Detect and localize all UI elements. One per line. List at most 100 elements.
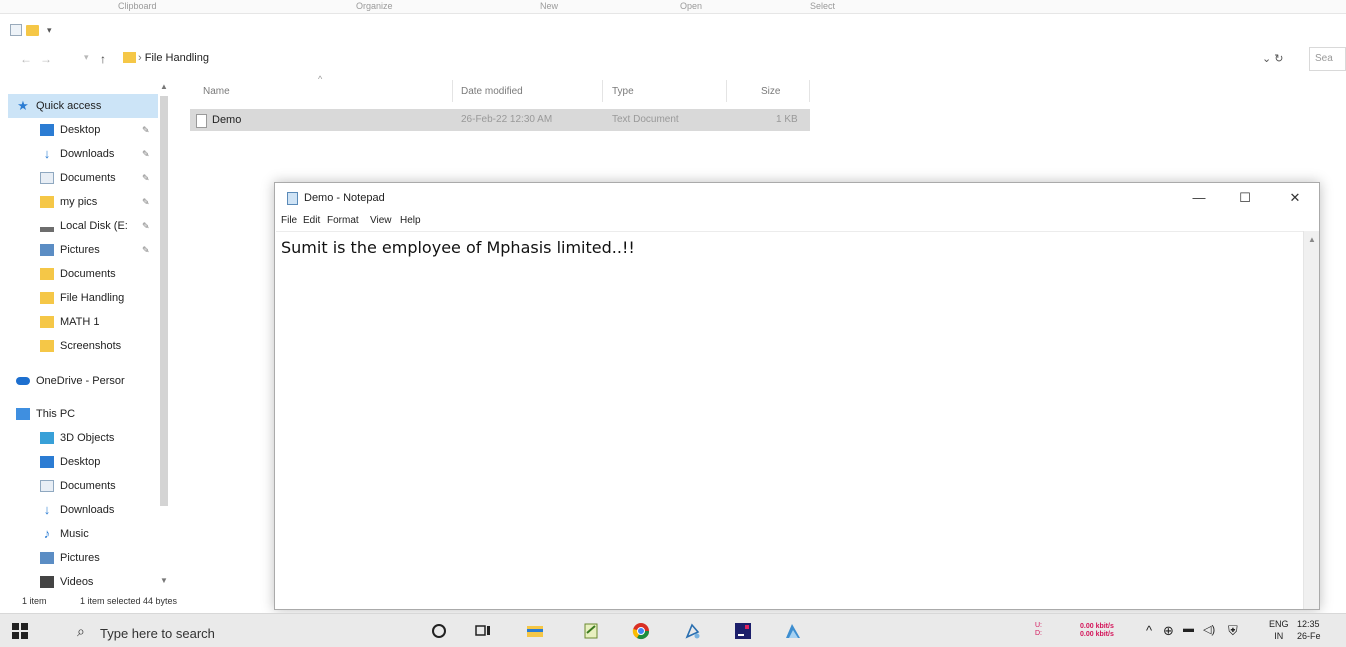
column-header-type[interactable]: Type — [612, 86, 634, 97]
notepad-app-icon[interactable] — [582, 622, 600, 640]
chevron-up-icon[interactable]: ^ — [1146, 623, 1152, 638]
column-divider[interactable] — [602, 80, 603, 102]
download-icon: ↓ — [43, 146, 51, 161]
volume-icon[interactable]: ◁) — [1203, 623, 1215, 636]
3d-objects-icon — [40, 432, 54, 444]
address-bar[interactable]: › File Handling — [138, 52, 209, 64]
photos-icon[interactable] — [784, 622, 802, 640]
recent-locations-icon[interactable]: ▾ — [84, 52, 89, 63]
menu-view[interactable]: View — [370, 215, 392, 226]
pictures-icon — [40, 552, 54, 564]
chrome-icon[interactable] — [632, 622, 650, 640]
scrollbar-thumb[interactable] — [160, 96, 168, 506]
file-name: Demo — [212, 114, 242, 126]
maximize-button[interactable]: ☐ — [1223, 187, 1267, 209]
menu-edit[interactable]: Edit — [303, 215, 320, 226]
scroll-up-icon[interactable]: ▲ — [1308, 235, 1316, 244]
nav-item-videos[interactable]: Videos — [40, 570, 93, 594]
ide-app-icon[interactable] — [734, 622, 752, 640]
notepad-scrollbar[interactable]: ▲ — [1303, 231, 1319, 609]
nav-item-local-disk[interactable]: Local Disk (E: — [40, 214, 128, 238]
nav-item-this-pc[interactable]: This PC — [16, 402, 75, 426]
folder-icon — [40, 268, 54, 280]
paint-tool-icon[interactable] — [684, 622, 702, 640]
column-divider[interactable] — [452, 80, 453, 102]
notepad-menu-bar: File Edit Format View Help — [275, 213, 1319, 231]
notepad-icon — [287, 192, 298, 205]
nav-item-label: OneDrive - Persor — [36, 375, 125, 387]
customize-toolbar-dropdown-icon[interactable]: ▾ — [47, 25, 52, 36]
nav-item-downloads[interactable]: ↓ Downloads — [40, 142, 115, 166]
address-controls: ⌄ ↻ — [1262, 52, 1284, 65]
task-view-icon[interactable] — [474, 622, 492, 640]
nav-item-pc-desktop[interactable]: Desktop — [40, 450, 100, 474]
taskbar-search-placeholder: Type here to search — [100, 626, 215, 641]
column-header-date[interactable]: Date modified — [461, 86, 523, 97]
breadcrumb-file-handling[interactable]: File Handling — [145, 52, 209, 64]
notepad-text-area[interactable]: Sumit is the employee of Mphasis limited… — [276, 231, 1303, 609]
menu-format[interactable]: Format — [327, 215, 359, 226]
nav-item-pictures[interactable]: Pictures — [40, 238, 100, 262]
nav-item-my-pics[interactable]: my pics — [40, 190, 97, 214]
file-date: 26-Feb-22 12:30 AM — [461, 114, 553, 125]
windows-start-icon[interactable] — [12, 623, 28, 639]
desktop-icon — [40, 456, 54, 468]
network-globe-icon[interactable]: ⊕ — [1163, 623, 1174, 639]
menu-help[interactable]: Help — [400, 215, 421, 226]
column-divider[interactable] — [726, 80, 727, 102]
nav-item-music[interactable]: ♪ Music — [40, 522, 89, 546]
nav-item-pc-documents[interactable]: Documents — [40, 474, 116, 498]
search-input[interactable]: Sea — [1309, 47, 1346, 71]
forward-icon[interactable]: → — [40, 52, 52, 66]
battery-icon[interactable]: ▬ — [1183, 623, 1194, 635]
menu-file[interactable]: File — [281, 215, 297, 226]
taskbar: ⌕ Type here to search U: D: 0.00 kbit/s … — [0, 613, 1346, 647]
column-divider[interactable] — [809, 80, 810, 102]
column-header-name[interactable]: Name — [203, 86, 230, 97]
minimize-button[interactable]: — — [1177, 187, 1221, 209]
scroll-down-icon[interactable]: ▼ — [160, 576, 168, 585]
nav-item-file-handling[interactable]: File Handling — [40, 286, 124, 310]
column-header-size[interactable]: Size — [761, 86, 780, 97]
taskbar-search-box[interactable]: ⌕ Type here to search — [60, 619, 410, 645]
network-speed-meter[interactable]: 0.00 kbit/s 0.00 kbit/s — [1080, 623, 1114, 639]
clock[interactable]: 12:35 26-Fe — [1297, 618, 1321, 642]
folder-icon — [40, 340, 54, 352]
security-shield-icon[interactable]: ⛨ — [1228, 623, 1238, 639]
nav-item-math-1[interactable]: MATH 1 — [40, 310, 100, 334]
nav-item-3d-objects[interactable]: 3D Objects — [40, 426, 114, 450]
navigation-pane: ★ Quick access Desktop ↓ Downloads Docum… — [0, 82, 180, 596]
nav-item-documents[interactable]: Documents — [40, 166, 116, 190]
properties-icon[interactable] — [10, 24, 22, 36]
nav-item-documents-folder[interactable]: Documents — [40, 262, 116, 286]
pictures-icon — [40, 244, 54, 256]
nav-pane-scrollbar[interactable]: ▲ ▼ — [158, 82, 170, 587]
new-folder-icon[interactable] — [26, 24, 39, 36]
nav-item-pc-downloads[interactable]: ↓ Downloads — [40, 498, 115, 522]
language-indicator[interactable]: ENG IN — [1269, 618, 1289, 642]
nav-item-quick-access[interactable]: ★ Quick access — [8, 94, 158, 118]
desktop-icon — [40, 124, 54, 136]
address-dropdown-icon[interactable]: ⌄ — [1262, 53, 1271, 65]
scroll-up-icon[interactable]: ▲ — [160, 82, 168, 91]
nav-item-label: 3D Objects — [60, 432, 115, 444]
pin-icon: ✎ — [142, 197, 150, 207]
status-item-count: 1 item — [22, 596, 47, 606]
cortana-icon[interactable] — [430, 622, 448, 640]
close-button[interactable]: ✕ — [1273, 187, 1317, 209]
nav-item-desktop[interactable]: Desktop — [40, 118, 100, 142]
back-icon[interactable]: ← — [20, 52, 32, 66]
file-explorer-icon[interactable] — [526, 622, 544, 640]
up-icon[interactable]: ↑ — [100, 52, 106, 66]
music-icon: ♪ — [43, 526, 51, 541]
star-icon: ★ — [17, 98, 29, 113]
notepad-title-bar[interactable]: Demo - Notepad — ☐ ✕ — [275, 183, 1319, 213]
nav-item-label: This PC — [36, 408, 76, 420]
document-text[interactable]: Sumit is the employee of Mphasis limited… — [281, 238, 635, 257]
nav-item-label: Screenshots — [60, 340, 122, 352]
nav-item-pc-pictures[interactable]: Pictures — [40, 546, 100, 570]
nav-item-onedrive[interactable]: OneDrive - Persor — [16, 369, 125, 393]
table-row[interactable]: Demo 26-Feb-22 12:30 AM Text Document 1 … — [190, 109, 810, 131]
nav-item-screenshots[interactable]: Screenshots — [40, 334, 121, 358]
refresh-icon[interactable]: ↻ — [1274, 53, 1283, 65]
